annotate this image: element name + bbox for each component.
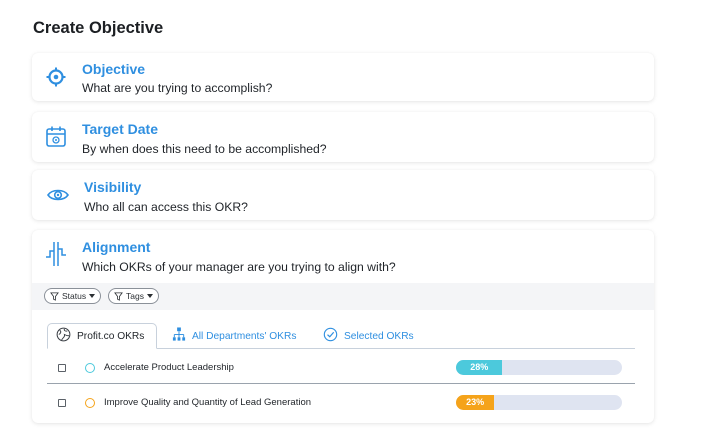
okr-title: Improve Quality and Quantity of Lead Gen… [104,397,312,408]
page-title: Create Objective [33,19,164,37]
status-circle-icon [85,363,95,373]
okr-row[interactable]: Improve Quality and Quantity of Lead Gen… [47,388,635,418]
filter-bar: Status Tags [32,283,654,310]
okr-row[interactable]: Accelerate Product Leadership 28% [47,353,635,383]
visibility-card[interactable]: Visibility Who all can access this OKR? [32,170,654,220]
progress-bar: 28% [456,360,622,375]
tab-label: Profit.co OKRs [77,330,145,342]
status-filter-label: Status [62,291,87,301]
tags-filter-label: Tags [126,291,144,301]
objective-card[interactable]: Objective What are you trying to accompl… [32,53,654,101]
filter-icon [114,291,123,301]
row-divider [47,383,635,384]
alignment-card: Alignment Which OKRs of your manager are… [32,230,654,423]
target-date-card[interactable]: Target Date By when does this need to be… [32,112,654,162]
tab-label: All Departments' OKRs [192,330,297,342]
alignment-title: Alignment [82,239,151,255]
visibility-subtitle: Who all can access this OKR? [84,200,248,214]
tab-selected-okrs[interactable]: Selected OKRs [323,323,414,349]
org-chart-icon [172,327,186,345]
globe-icon [56,327,71,345]
filter-icon [50,291,59,301]
objective-subtitle: What are you trying to accomplish? [82,81,273,95]
tab-all-departments-okrs[interactable]: All Departments' OKRs [172,323,296,349]
status-filter[interactable]: Status [44,288,102,304]
progress-label: 28% [470,362,489,372]
target-date-title: Target Date [82,121,158,137]
chevron-down-icon [146,293,153,299]
calendar-icon [46,126,66,153]
visibility-title: Visibility [84,179,142,195]
status-circle-icon [85,398,95,408]
chevron-down-icon [89,293,96,299]
check-circle-icon [323,327,338,345]
alignment-subtitle: Which OKRs of your manager are you tryin… [82,260,396,274]
alignment-icon [45,240,67,273]
objective-title: Objective [82,61,146,77]
tags-filter[interactable]: Tags [108,288,159,304]
target-date-subtitle: By when does this need to be accomplishe… [82,142,327,156]
okr-checkbox[interactable] [58,364,66,372]
eye-icon [47,188,69,207]
tab-profit-co-okrs[interactable]: Profit.co OKRs [47,323,157,349]
okr-checkbox[interactable] [58,399,66,407]
tab-label: Selected OKRs [344,330,414,342]
progress-label: 23% [466,397,485,407]
target-icon [46,67,66,92]
progress-bar: 23% [456,395,622,410]
okr-title: Accelerate Product Leadership [104,362,234,373]
